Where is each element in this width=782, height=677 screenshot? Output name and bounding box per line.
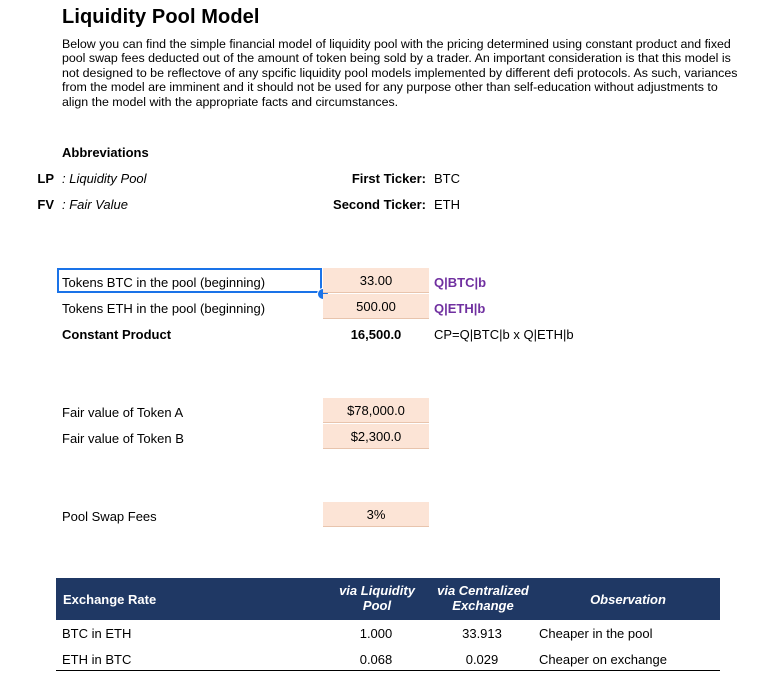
row-eth-in-btc-label: ETH in BTC	[62, 652, 132, 667]
abbr-fv-meaning: : Fair Value	[62, 197, 128, 212]
row-eth-in-btc-lp: 0.068	[359, 652, 393, 667]
fair-value-b-label: Fair value of Token B	[62, 431, 184, 446]
tokens-a-input[interactable]: 33.00	[323, 268, 429, 293]
fair-value-b-input[interactable]: $2,300.0	[323, 424, 429, 449]
row-btc-in-eth-cex: 33.913	[462, 626, 502, 641]
pool-swap-fees-label: Pool Swap Fees	[62, 509, 157, 524]
abbr-lp-meaning: : Liquidity Pool	[62, 171, 147, 186]
tokens-b-tag: Q|ETH|b	[434, 301, 486, 316]
tokens-b-label: Tokens ETH in the pool (beginning)	[62, 301, 266, 316]
row-btc-in-eth-observation: Cheaper in the pool	[539, 626, 653, 641]
row-btc-in-eth-label: BTC in ETH	[62, 626, 132, 641]
abbr-fv: FV	[37, 197, 54, 212]
header-exchange-rate: Exchange Rate	[63, 592, 157, 607]
header-lp-line2: Pool	[362, 598, 392, 613]
row-eth-in-btc-cex: 0.029	[465, 652, 499, 667]
header-lp-line1: via Liquidity	[339, 583, 415, 598]
row-btc-in-eth-lp: 1.000	[359, 626, 393, 641]
exchange-table-header: Exchange Rate via Liquidity Pool via Cen…	[56, 578, 720, 620]
pool-swap-fees-input[interactable]: 3%	[323, 502, 429, 527]
tokens-b-input[interactable]: 500.00	[323, 294, 429, 319]
first-ticker-value[interactable]: BTC	[434, 171, 460, 187]
header-observation: Observation	[590, 592, 666, 607]
row-eth-in-btc-observation: Cheaper on exchange	[539, 652, 667, 667]
model-description: Below you can find the simple financial …	[62, 37, 738, 109]
constant-product-label: Constant Product	[62, 327, 172, 342]
header-via-centralized-exchange: via Centralized Exchange	[429, 583, 537, 613]
constant-product-value: 16,500.0	[350, 327, 402, 342]
first-ticker-label: First Ticker:	[351, 171, 426, 186]
header-cex-line2: Exchange	[452, 598, 514, 613]
fair-value-a-input[interactable]: $78,000.0	[323, 398, 429, 423]
header-via-liquidity-pool: via Liquidity Pool	[323, 583, 431, 613]
header-cex-line1: via Centralized	[437, 583, 529, 598]
page-title: Liquidity Pool Model	[62, 6, 260, 28]
abbr-lp: LP	[37, 171, 54, 186]
second-ticker-value[interactable]: ETH	[434, 197, 460, 213]
fair-value-a-label: Fair value of Token A	[62, 405, 184, 420]
constant-product-formula: CP=Q|BTC|b x Q|ETH|b	[434, 327, 574, 342]
second-ticker-label: Second Ticker:	[333, 197, 426, 212]
cell-selection-outline	[57, 268, 322, 293]
tokens-a-tag: Q|BTC|b	[434, 275, 487, 290]
table-bottom-border	[56, 670, 720, 671]
abbreviations-heading: Abbreviations	[62, 145, 149, 160]
